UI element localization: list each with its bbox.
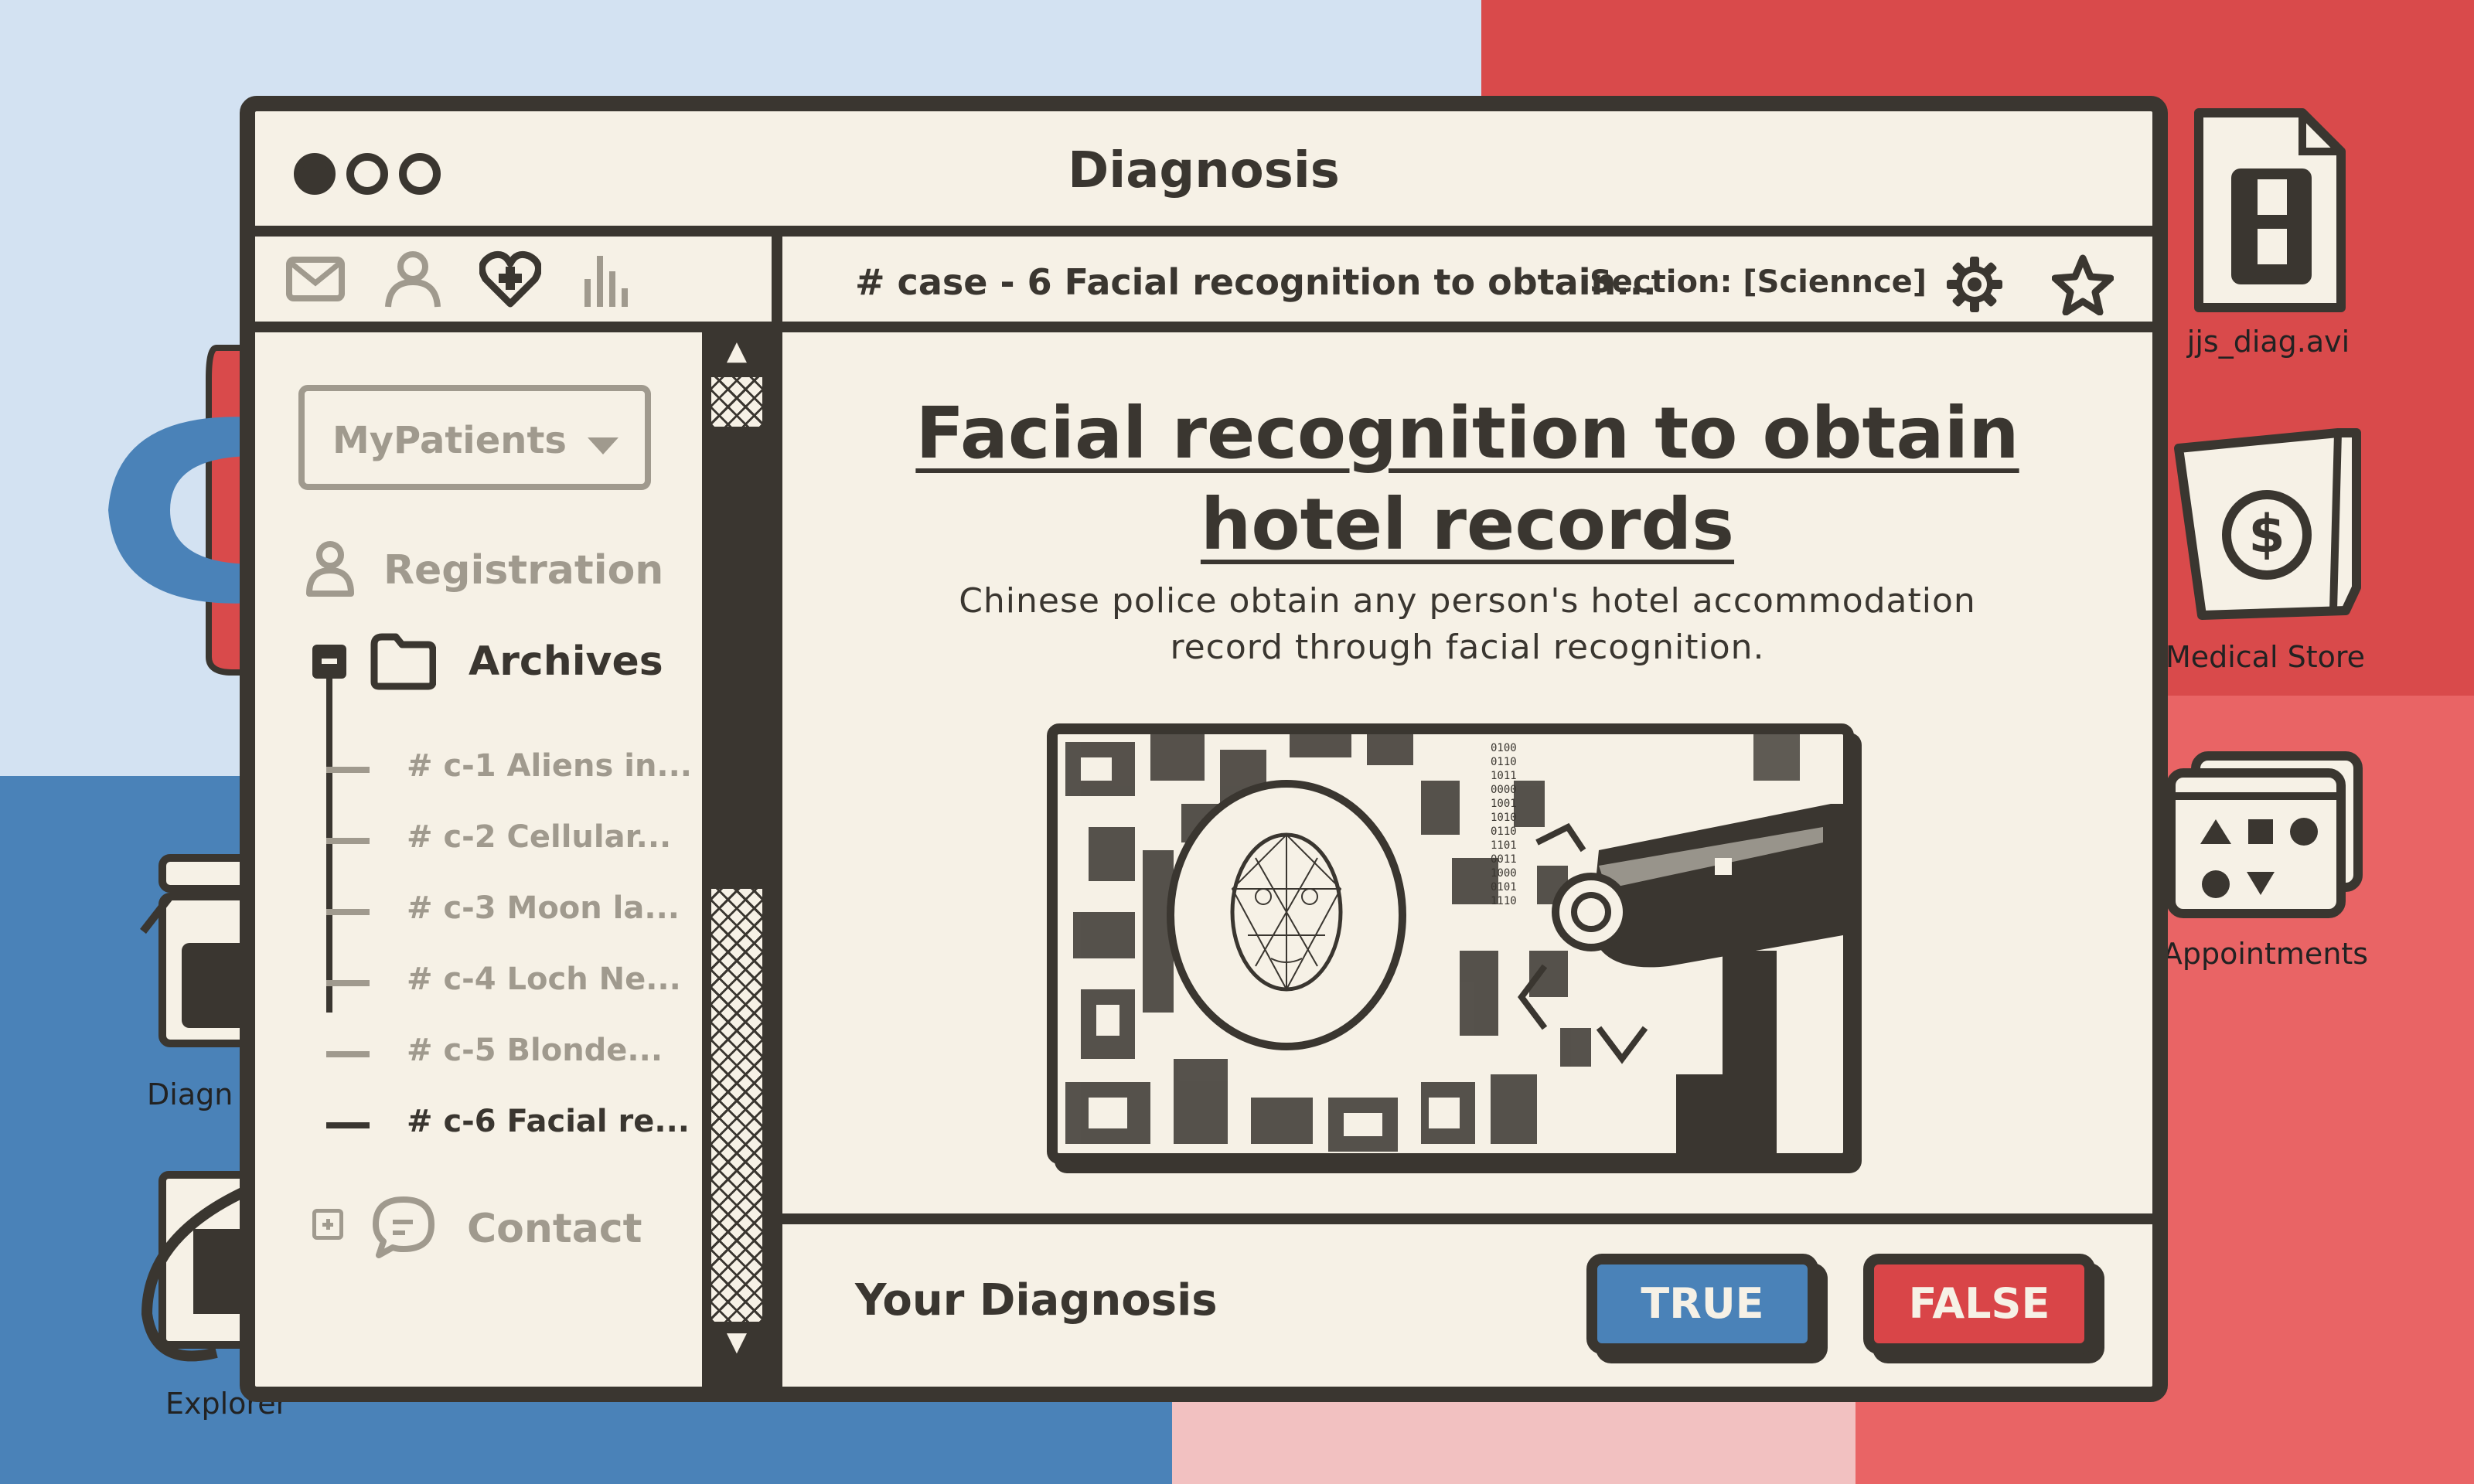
collapse-icon[interactable] (312, 645, 346, 679)
gear-icon[interactable] (1945, 255, 2004, 314)
svg-text:1101: 1101 (1491, 839, 1517, 852)
tree-branch (326, 1122, 370, 1128)
user-icon[interactable] (382, 248, 444, 310)
desktop-icon-label-diagn[interactable]: Diagn (147, 1077, 233, 1111)
patients-dropdown[interactable]: MyPatients (298, 385, 651, 490)
diagnosis-bar: Your Diagnosis TRUE FALSE (782, 1213, 2152, 1387)
sidebar-item-registration[interactable]: Registration (383, 547, 663, 594)
case-item[interactable]: # c-2 Cellular... (407, 819, 671, 855)
case-item[interactable]: # c-1 Aliens in... (407, 748, 692, 784)
chevron-down-icon (588, 437, 618, 454)
article-description: Chinese police obtain any person's hotel… (959, 581, 1976, 667)
folder-shapes-icon[interactable] (2165, 742, 2366, 920)
article-headline: Facial recognition to obtain hotel recor… (782, 388, 2152, 570)
magnet-icon (108, 345, 255, 676)
svg-text:0000: 0000 (1491, 784, 1517, 796)
desktop-icon-label-medical-store[interactable]: Medical Store (2157, 640, 2373, 674)
window-titlebar[interactable]: Diagnosis (255, 111, 2152, 237)
svg-text:0100: 0100 (1491, 742, 1517, 754)
case-header: # case - 6 Facial recognition to obtain.… (782, 237, 2152, 332)
headline-line-2: hotel records (1200, 483, 1735, 566)
tree-trunk (326, 676, 332, 1013)
case-item-active[interactable]: # c-6 Facial re... (407, 1104, 690, 1139)
svg-text:1000: 1000 (1491, 867, 1517, 880)
case-item[interactable]: # c-4 Loch Ne... (407, 962, 681, 997)
svg-text:1110: 1110 (1491, 895, 1517, 907)
star-icon[interactable] (2052, 254, 2114, 315)
user-icon (306, 541, 354, 597)
desktop-icon-label-jjs-diag[interactable]: jjs_diag.avi (2186, 325, 2350, 359)
sidebar-scrollbar[interactable]: ▲ ▼ (702, 332, 772, 1387)
svg-text:0110: 0110 (1491, 756, 1517, 768)
tree-branch (326, 980, 370, 986)
case-item[interactable]: # c-3 Moon la... (407, 890, 680, 926)
scroll-thumb[interactable] (711, 889, 762, 1322)
shopping-bag-dollar-icon[interactable]: $ (2168, 417, 2364, 626)
sidebar-tree: MyPatients Registration Archives # c-1 A… (255, 332, 702, 1387)
film-file-icon[interactable] (2186, 105, 2350, 315)
tree-branch (326, 838, 370, 844)
scroll-thumb-top[interactable] (711, 377, 762, 427)
scroll-up-arrow[interactable]: ▲ (702, 335, 772, 366)
svg-text:1001: 1001 (1491, 798, 1517, 810)
dropdown-value: MyPatients (332, 419, 567, 462)
tree-branch (326, 1051, 370, 1057)
tree-branch (326, 767, 370, 773)
sidebar-item-archives[interactable]: Archives (469, 638, 663, 685)
window-title: Diagnosis (1068, 142, 1340, 199)
case-title: # case - 6 Facial recognition to obtain.… (855, 261, 1657, 303)
bar-chart-icon[interactable] (577, 248, 639, 310)
true-button[interactable]: TRUE (1586, 1254, 1818, 1354)
svg-text:0011: 0011 (1491, 853, 1517, 866)
diagnosis-label: Your Diagnosis (855, 1275, 1218, 1326)
svg-text:1011: 1011 (1491, 770, 1517, 782)
chat-icon (373, 1196, 434, 1258)
desktop-icon-label-appointments[interactable]: Appointments (2157, 937, 2373, 971)
sidebar-item-contact[interactable]: Contact (467, 1206, 642, 1252)
expand-icon[interactable] (312, 1209, 343, 1240)
headline-line-1: Facial recognition to obtain (915, 392, 2019, 475)
heart-plus-icon[interactable] (479, 250, 541, 308)
main-panel: # case - 6 Facial recognition to obtain.… (782, 237, 2152, 1387)
sidebar-tabs (255, 237, 772, 332)
facial-recognition-surveillance-image: 0100 0110 1011 0000 1001 1010 0110 1101 0011 10… (1047, 723, 1854, 1164)
case-item[interactable]: # c-5 Blonde... (407, 1033, 663, 1068)
false-button[interactable]: FALSE (1863, 1254, 2095, 1354)
tree-branch (326, 909, 370, 915)
mail-icon[interactable] (285, 252, 346, 306)
svg-text:1010: 1010 (1491, 812, 1517, 824)
section-label: Section: [Sciennce] (1590, 264, 1927, 300)
surveillance-illustration: 0100011010110000 1001101001101101 001110… (1058, 734, 1843, 1153)
diagnosis-window: Diagnosis MyPatients Registration Archiv… (240, 96, 2168, 1402)
sidebar: MyPatients Registration Archives # c-1 A… (255, 237, 782, 1387)
svg-text:0101: 0101 (1491, 881, 1517, 893)
svg-text:$: $ (2248, 504, 2285, 565)
scroll-down-arrow[interactable]: ▼ (702, 1326, 772, 1357)
svg-text:0110: 0110 (1491, 825, 1517, 838)
folder-icon (370, 633, 436, 690)
